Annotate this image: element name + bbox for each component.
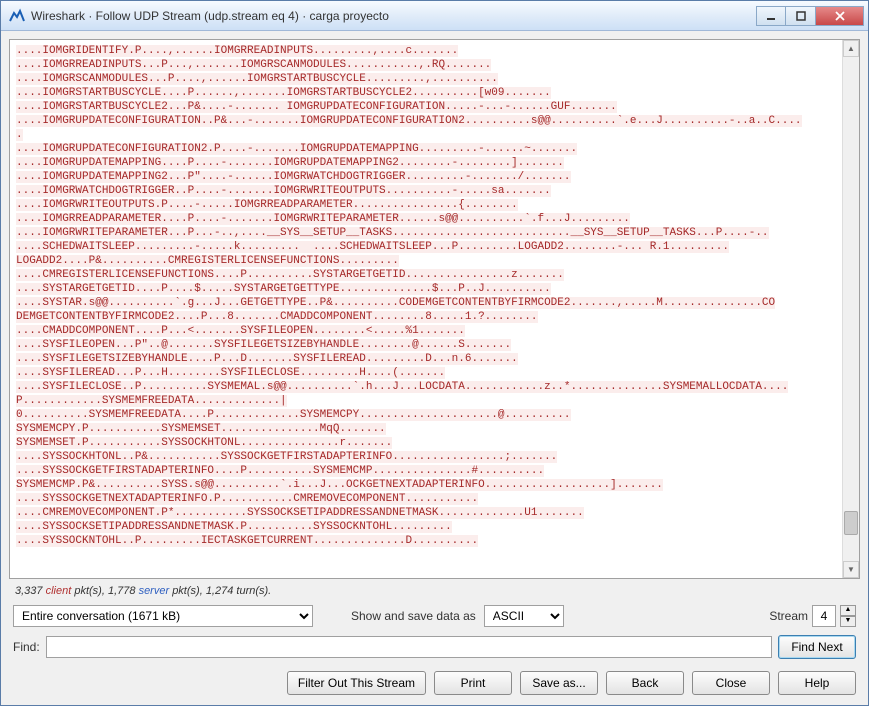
scroll-down-button[interactable]: ▼ (843, 561, 859, 578)
titlebar: Wireshark · Follow UDP Stream (udp.strea… (1, 1, 868, 31)
minimize-button[interactable] (756, 6, 786, 26)
stream-text-box: ....IOMGRIDENTIFY.P....,......IOMGRREADI… (9, 39, 860, 579)
vertical-scrollbar[interactable]: ▲ ▼ (842, 40, 859, 578)
minimize-icon (766, 11, 776, 21)
button-row: Filter Out This Stream Print Save as... … (9, 665, 860, 697)
content-area: ....IOMGRIDENTIFY.P....,......IOMGRREADI… (1, 31, 868, 705)
close-dialog-button[interactable]: Close (692, 671, 770, 695)
maximize-icon (796, 11, 806, 21)
find-label: Find: (13, 640, 40, 654)
save-as-button[interactable]: Save as... (520, 671, 598, 695)
window: Wireshark · Follow UDP Stream (udp.strea… (0, 0, 869, 706)
stream-down-button[interactable]: ▼ (840, 616, 856, 627)
window-controls (756, 6, 864, 26)
stream-spinner: Stream ▲ ▼ (769, 605, 856, 627)
maximize-button[interactable] (786, 6, 816, 26)
stream-label: Stream (769, 609, 808, 623)
scroll-track[interactable] (843, 57, 859, 561)
wireshark-icon (9, 8, 25, 24)
close-icon (835, 11, 845, 21)
print-button[interactable]: Print (434, 671, 512, 695)
packet-info-line: 3,337 client pkt(s), 1,778 server pkt(s)… (9, 583, 860, 599)
window-title: Wireshark · Follow UDP Stream (udp.strea… (31, 9, 756, 23)
scroll-up-button[interactable]: ▲ (843, 40, 859, 57)
show-save-label: Show and save data as (351, 609, 476, 623)
close-button[interactable] (816, 6, 864, 26)
back-button[interactable]: Back (606, 671, 684, 695)
find-row: Find: Find Next (9, 633, 860, 661)
stream-number-input[interactable] (812, 605, 836, 627)
find-next-button[interactable]: Find Next (778, 635, 856, 659)
filter-out-button[interactable]: Filter Out This Stream (287, 671, 426, 695)
stream-up-button[interactable]: ▲ (840, 605, 856, 616)
stream-content[interactable]: ....IOMGRIDENTIFY.P....,......IOMGRREADI… (16, 44, 857, 574)
data-format-select[interactable]: ASCII (484, 605, 564, 627)
scroll-thumb[interactable] (844, 511, 858, 535)
controls-row: Entire conversation (1671 kB) Show and s… (9, 603, 860, 629)
find-input[interactable] (46, 636, 772, 658)
help-button[interactable]: Help (778, 671, 856, 695)
conversation-select[interactable]: Entire conversation (1671 kB) (13, 605, 313, 627)
